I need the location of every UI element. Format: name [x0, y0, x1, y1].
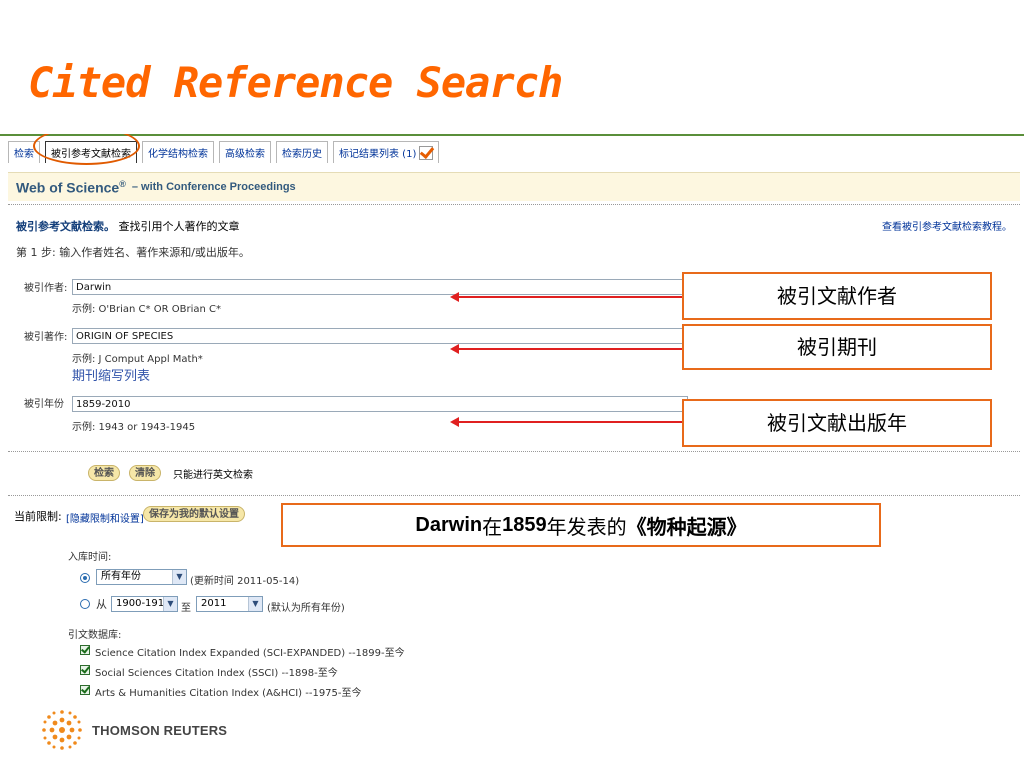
divider [8, 204, 1020, 205]
journal-callout: 被引期刊 [682, 324, 992, 370]
to-year-value: 2011 [201, 598, 227, 609]
work-label: 被引著作: [24, 332, 68, 343]
work-example: 示例: J Comput Appl Math* [72, 354, 203, 365]
slide-title: Cited Reference Search [28, 58, 563, 107]
wos-title-text: Web of Science [16, 179, 120, 196]
journal-abbreviation-link[interactable]: 期刊缩写列表 [72, 365, 150, 384]
to-label: 至 [181, 603, 191, 614]
registered-mark: ® [119, 178, 126, 189]
year-input[interactable]: 1859-2010 [72, 396, 688, 412]
hide-limits-link[interactable]: [隐藏限制和设置] [66, 510, 144, 525]
marked-list-label: 标记结果列表 (1) [339, 149, 417, 160]
wos-banner: Web of Science® – with Conference Procee… [8, 172, 1020, 201]
checkmark-icon [419, 145, 434, 160]
wos-title: Web of Science® [16, 179, 126, 196]
year-example: 示例: 1943 or 1943-1945 [72, 422, 196, 433]
year-callout: 被引文献出版年 [682, 399, 992, 447]
default-years-note: (默认为所有年份) [267, 603, 345, 614]
year-label: 被引年份 [24, 399, 64, 410]
updated-date: (更新时间 2011-05-14) [190, 576, 300, 587]
year-arrow [450, 417, 683, 427]
thomson-reuters-logo [42, 710, 82, 750]
darwin-note: Darwin 在 1859 年发表的 《物种起源》 [281, 503, 881, 547]
timespan-label: 入库时间: [68, 552, 112, 563]
all-years-radio[interactable] [80, 573, 90, 583]
step-instruction: 第 1 步: 输入作者姓名、著作来源和/或出版年。 [16, 246, 250, 259]
from-year-select[interactable]: 1900-1914 ▼ [111, 596, 178, 612]
search-button[interactable]: 检索 [88, 465, 120, 481]
brand-name: THOMSON REUTERS [92, 722, 228, 738]
top-border [0, 134, 1024, 136]
ahci-label: Arts & Humanities Citation Index (A&HCI)… [95, 688, 362, 699]
tab-search-history[interactable]: 检索历史 [276, 141, 328, 163]
author-input[interactable]: Darwin [72, 279, 687, 295]
chevron-down-icon: ▼ [172, 570, 186, 584]
sci-expanded-checkbox[interactable] [80, 645, 90, 655]
divider [8, 451, 1020, 452]
note-rest: 年发表的 [546, 514, 627, 539]
chevron-down-icon: ▼ [248, 597, 262, 611]
heading-desc: 查找引用个人著作的文章 [118, 220, 240, 233]
tab-structure-search[interactable]: 化学结构检索 [142, 141, 214, 163]
footer-branding: THOMSON REUTERS [40, 708, 227, 752]
sci-expanded-label: Science Citation Index Expanded (SCI-EXP… [95, 648, 405, 659]
note-book: 《物种起源》 [626, 516, 747, 539]
author-label: 被引作者: [24, 283, 68, 294]
all-years-value: 所有年份 [101, 571, 141, 582]
author-callout: 被引文献作者 [682, 272, 992, 320]
current-limits-label: 当前限制: [14, 510, 62, 523]
section-heading: 被引参考文献检索。 查找引用个人著作的文章 [16, 218, 240, 234]
author-arrow [450, 292, 683, 302]
ssci-label: Social Sciences Citation Index (SSCI) --… [95, 668, 338, 679]
heading-title: 被引参考文献检索。 [16, 220, 115, 233]
all-years-select[interactable]: 所有年份 ▼ [96, 569, 187, 585]
work-input[interactable]: ORIGIN OF SPECIES [72, 328, 687, 344]
chevron-down-icon: ▼ [163, 597, 177, 611]
tab-advanced-search[interactable]: 高级检索 [219, 141, 271, 163]
clear-button[interactable]: 清除 [129, 465, 161, 481]
english-only-note: 只能进行英文检索 [173, 470, 253, 481]
journal-arrow [450, 344, 683, 354]
save-default-button[interactable]: 保存为我的默认设置 [143, 506, 245, 522]
wos-subtitle: – with Conference Proceedings [131, 181, 296, 193]
tab-marked-list[interactable]: 标记结果列表 (1) [333, 141, 440, 163]
citation-database-label: 引文数据库: [68, 630, 122, 641]
year-range-radio[interactable] [80, 599, 90, 609]
from-label: 从 [96, 598, 107, 611]
ssci-checkbox[interactable] [80, 665, 90, 675]
ahci-checkbox[interactable] [80, 685, 90, 695]
author-example: 示例: O'Brian C* OR OBrian C* [72, 304, 221, 315]
note-zai: 在 [482, 514, 503, 539]
divider [8, 495, 1020, 496]
note-year: 1859 [502, 513, 547, 536]
tutorial-link[interactable]: 查看被引参考文献检索教程。 [882, 218, 1012, 233]
to-year-select[interactable]: 2011 ▼ [196, 596, 263, 612]
note-darwin: Darwin [415, 513, 483, 536]
